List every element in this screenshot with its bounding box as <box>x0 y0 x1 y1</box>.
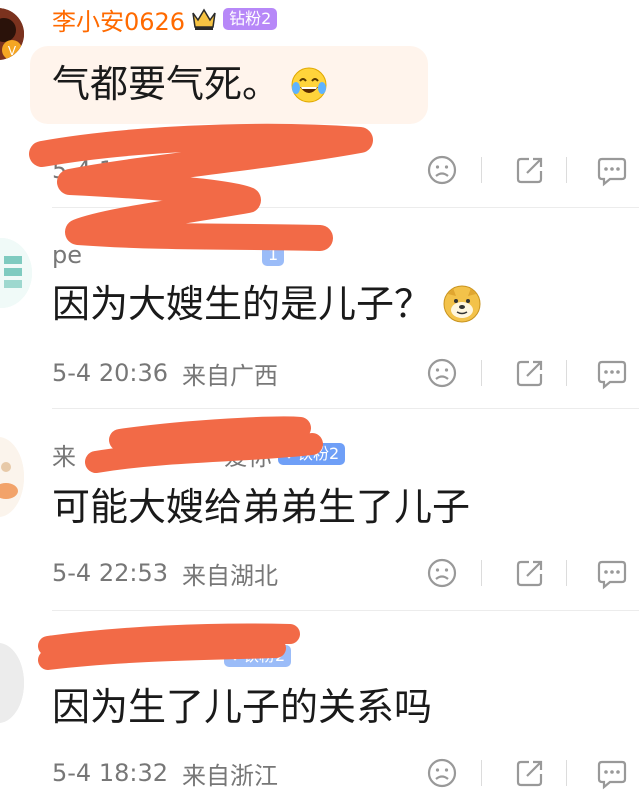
fan-badge[interactable]: 钻粉2 <box>223 8 278 30</box>
separator <box>566 360 567 386</box>
avatar-image <box>0 643 24 723</box>
doge-emoji <box>442 284 482 324</box>
share-icon[interactable] <box>512 555 548 591</box>
comment-item: 来 爱你 ◆ 铁粉2 可能大嫂给弟弟生了儿子 5-4 22:53 来自湖北 <box>0 409 639 609</box>
comment-time: 5-4 1 <box>52 156 115 184</box>
separator <box>566 560 567 586</box>
fan-badge[interactable]: 1 <box>262 244 285 266</box>
comment-actions <box>424 353 639 393</box>
comment-text: 可能大嫂给弟弟生了儿子 <box>52 481 470 533</box>
avatar-image <box>0 238 32 308</box>
username-tail: 爱你 <box>224 442 272 471</box>
comment-text: 因为生了儿子的关系吗 <box>52 681 432 733</box>
username-row: ◆ 铁粉2 <box>52 639 292 673</box>
sad-face-icon[interactable] <box>424 152 460 188</box>
username[interactable]: pe <box>52 241 82 269</box>
badge-label: 1 <box>268 245 279 264</box>
crown-icon <box>191 7 217 31</box>
diamond-icon: ◆ <box>284 446 294 461</box>
username-row: pe 1 <box>52 238 285 272</box>
fan-badge[interactable]: ◆ 铁粉2 <box>278 443 346 465</box>
comment-thread: V 李小安0626 钻粉2 气都要气死。 5-4 1 来自 pe 1 因为大嫂生… <box>0 0 639 800</box>
username[interactable]: 来 <box>52 437 76 472</box>
fan-badge[interactable]: ◆ 铁粉2 <box>224 645 292 667</box>
comment-item: pe 1 因为大嫂生的是儿子？ 5-4 20:36 来自广西 <box>0 208 639 408</box>
comment-body: 因为大嫂生的是儿子？ <box>52 282 433 326</box>
comment-actions <box>424 553 639 593</box>
username-row: 李小安0626 钻粉2 <box>52 2 278 37</box>
sad-face-icon[interactable] <box>424 555 460 591</box>
comment-icon[interactable] <box>594 152 630 188</box>
comment-body: 可能大嫂给弟弟生了儿子 <box>52 485 471 529</box>
comment-meta: 5-4 18:32 来自浙江 <box>52 753 639 793</box>
avatar[interactable] <box>0 437 24 517</box>
comment-text: 因为大嫂生的是儿子？ <box>52 278 482 330</box>
comment-meta: 5-4 20:36 来自广西 <box>52 353 639 393</box>
sad-face-icon[interactable] <box>424 755 460 791</box>
comment-item: V 李小安0626 钻粉2 气都要气死。 5-4 1 来自 <box>0 0 639 205</box>
comment-location: 来自湖北 <box>182 561 278 590</box>
comment-icon[interactable] <box>594 355 630 391</box>
diamond-icon: ◆ <box>230 648 240 663</box>
separator <box>481 157 482 183</box>
avatar-image <box>0 437 24 517</box>
comment-time: 5-4 22:53 <box>52 559 168 587</box>
username[interactable]: 李小安0626 <box>52 2 185 37</box>
comment-time: 5-4 18:32 <box>52 759 168 787</box>
share-icon[interactable] <box>512 755 548 791</box>
comment-actions <box>424 150 639 190</box>
comment-location: 来自 <box>128 158 177 187</box>
comment-text: 气都要气死。 <box>52 58 328 110</box>
avatar[interactable]: V <box>0 8 24 60</box>
separator <box>566 760 567 786</box>
comment-body: 气都要气死。 <box>52 62 281 106</box>
share-icon[interactable] <box>512 152 548 188</box>
separator <box>566 157 567 183</box>
comment-meta: 5-4 22:53 来自湖北 <box>52 553 639 593</box>
sad-face-icon[interactable] <box>424 355 460 391</box>
badge-label: 铁粉2 <box>243 646 286 665</box>
share-icon[interactable] <box>512 355 548 391</box>
comment-item: ◆ 铁粉2 因为生了儿子的关系吗 5-4 18:32 来自浙江 <box>0 611 639 800</box>
comment-icon[interactable] <box>594 755 630 791</box>
laugh-cry-emoji <box>290 65 328 103</box>
separator <box>481 360 482 386</box>
badge-label: 钻粉2 <box>229 9 272 28</box>
comment-location: 来自浙江 <box>182 761 278 790</box>
avatar[interactable] <box>0 238 32 308</box>
comment-location: 来自广西 <box>182 361 278 390</box>
separator <box>481 560 482 586</box>
username-row: 来 爱你 ◆ 铁粉2 <box>52 437 346 472</box>
comment-actions <box>424 753 639 793</box>
comment-time: 5-4 20:36 <box>52 359 168 387</box>
svg-text:V: V <box>8 44 17 58</box>
avatar-image: V <box>0 8 24 60</box>
badge-label: 铁粉2 <box>297 444 340 463</box>
comment-icon[interactable] <box>594 555 630 591</box>
avatar[interactable] <box>0 643 24 723</box>
comment-meta: 5-4 1 来自 <box>52 150 639 190</box>
comment-body: 因为生了儿子的关系吗 <box>52 685 433 729</box>
separator <box>481 760 482 786</box>
